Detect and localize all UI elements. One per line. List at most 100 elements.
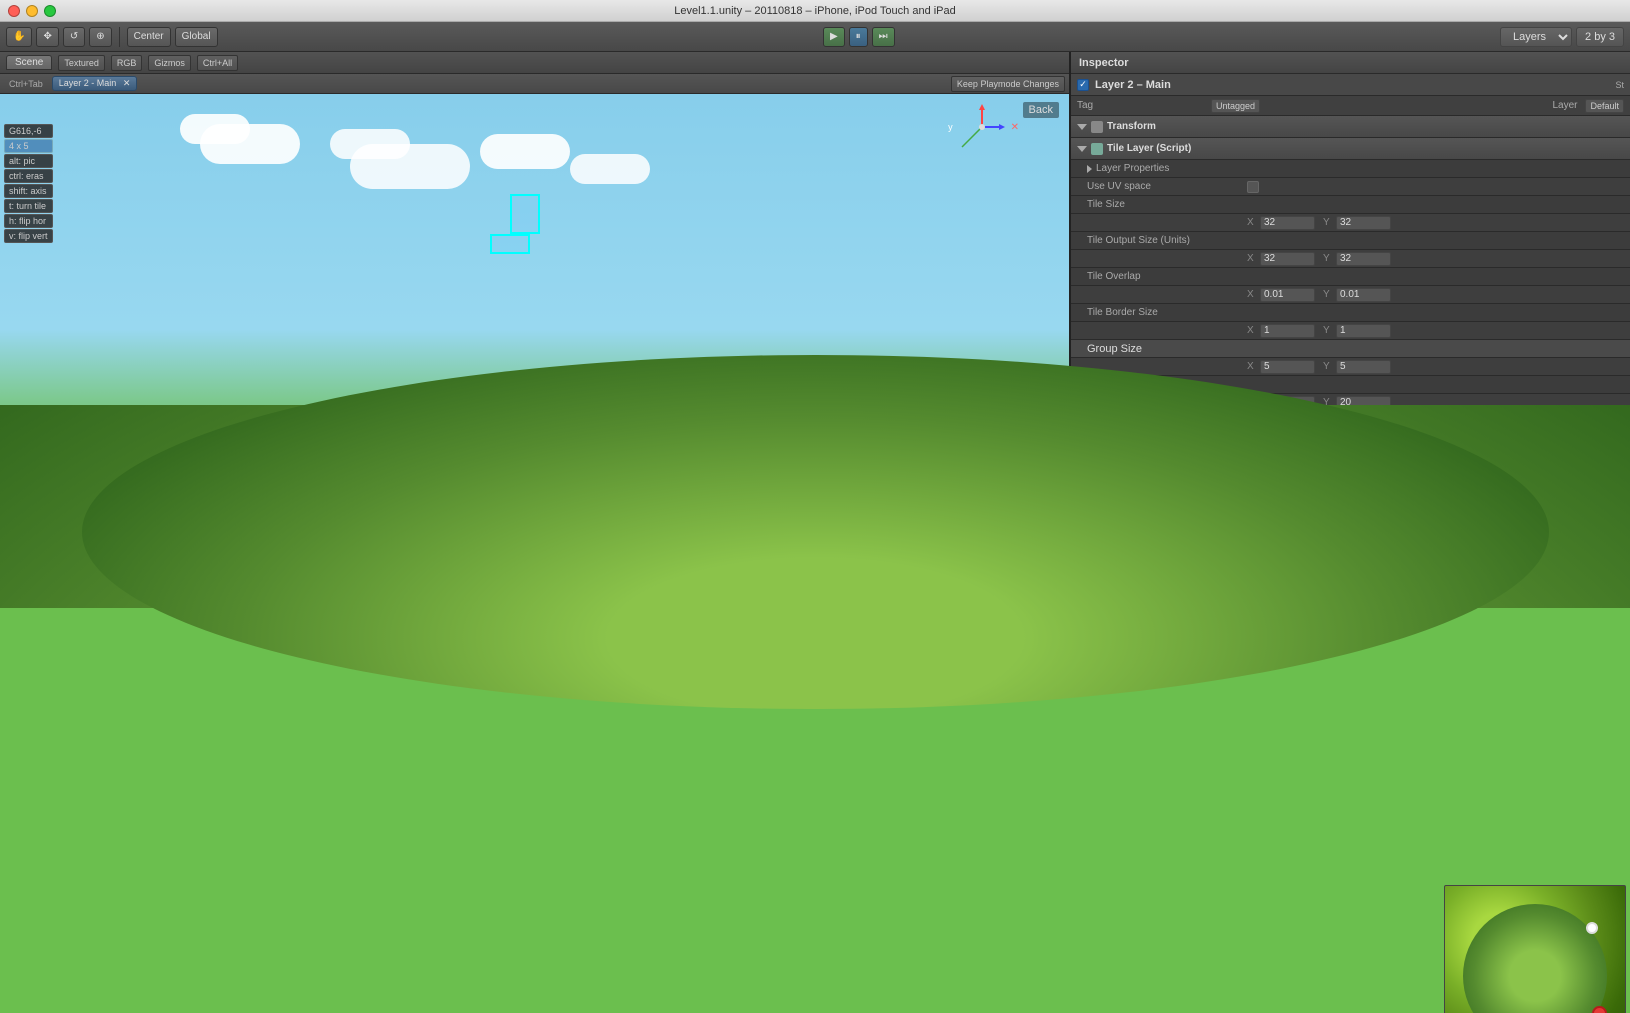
object-active-checkbox[interactable]: ✓ bbox=[1077, 79, 1089, 91]
transform-header[interactable]: Transform bbox=[1071, 116, 1630, 138]
transform-gizmo: y ✕ bbox=[948, 102, 1019, 152]
close-gizmo-icon[interactable]: ✕ bbox=[1011, 122, 1019, 133]
close-layer-icon[interactable]: ✕ bbox=[123, 78, 131, 88]
script-triangle-icon bbox=[1077, 146, 1087, 152]
pause-icon: ⏸ bbox=[856, 31, 861, 42]
transform-icon bbox=[1091, 121, 1103, 133]
y-axis-label: y bbox=[948, 122, 953, 132]
tile-output-row: Tile Output Size (Units) bbox=[1071, 232, 1630, 250]
layer-dropdown[interactable]: Default bbox=[1585, 99, 1624, 113]
tile-size-x-input[interactable] bbox=[1260, 216, 1315, 230]
size-tool[interactable]: 4 x 5 bbox=[4, 139, 53, 153]
cloud-5 bbox=[480, 134, 570, 169]
group-size-x-input[interactable] bbox=[1260, 360, 1315, 374]
tile-border-x-input[interactable] bbox=[1260, 324, 1315, 338]
rgb-btn[interactable]: RGB bbox=[111, 55, 143, 71]
rotate-icon: ↺ bbox=[70, 31, 78, 42]
textured-btn[interactable]: Textured bbox=[58, 55, 105, 71]
play-button[interactable]: ▶ bbox=[823, 27, 845, 47]
rotate-tool-button[interactable]: ↺ bbox=[63, 27, 85, 47]
tile-bush-terrain[interactable] bbox=[1075, 885, 1257, 1013]
v-flip-tool[interactable]: v: flip vert bbox=[4, 229, 53, 243]
tile-border-y-input[interactable] bbox=[1336, 324, 1391, 338]
script-header[interactable]: Tile Layer (Script) bbox=[1071, 138, 1630, 160]
tag-dropdown[interactable]: Untagged bbox=[1211, 99, 1260, 113]
tile-overlap-x-input[interactable] bbox=[1260, 288, 1315, 302]
gizmos-btn[interactable]: Gizmos bbox=[148, 55, 191, 71]
static-label: St bbox=[1615, 80, 1624, 90]
tile-overlap-label-row: Tile Overlap bbox=[1071, 268, 1630, 286]
minimize-button[interactable] bbox=[26, 5, 38, 17]
main-layout: Scene Textured RGB Gizmos Ctrl+All Ctrl+… bbox=[0, 52, 1630, 1013]
h-flip-tool[interactable]: h: flip hor bbox=[4, 214, 53, 228]
x-label-5: X bbox=[1247, 361, 1257, 372]
tile-overlap-x-field: X bbox=[1247, 288, 1315, 302]
step-icon: ⏭ bbox=[879, 31, 888, 42]
hand-tool-button[interactable]: ✋ bbox=[6, 27, 32, 47]
group-size-x-field: X bbox=[1247, 360, 1315, 374]
selected-object-2[interactable] bbox=[490, 234, 530, 254]
global-button[interactable]: Global bbox=[175, 27, 218, 47]
tile-palette bbox=[1071, 512, 1630, 1013]
tile-overlap-y-input[interactable] bbox=[1336, 288, 1391, 302]
tile-bush-flowers[interactable] bbox=[1444, 885, 1626, 1013]
inspector-title: Inspector bbox=[1079, 57, 1129, 69]
ctrl-erase-tool[interactable]: ctrl: eras bbox=[4, 169, 53, 183]
checkmark-icon: ✓ bbox=[1079, 79, 1087, 90]
window-controls[interactable] bbox=[8, 5, 56, 17]
flower-red bbox=[1592, 1006, 1607, 1013]
tile-border-values-row: X Y bbox=[1071, 322, 1630, 340]
layer-props-label[interactable]: Layer Properties bbox=[1096, 163, 1256, 174]
keep-playmode-btn[interactable]: Keep Playmode Changes bbox=[951, 76, 1065, 92]
x-label-1: X bbox=[1247, 217, 1257, 228]
layer-label: Layer bbox=[1552, 100, 1577, 111]
ctrl-all-btn[interactable]: Ctrl+All bbox=[197, 55, 238, 71]
script-icon bbox=[1091, 143, 1103, 155]
play-icon: ▶ bbox=[830, 31, 838, 42]
y-label-1: Y bbox=[1323, 217, 1333, 228]
inspector-content[interactable]: ✓ Layer 2 – Main St Tag Untagged Layer D… bbox=[1071, 74, 1630, 1013]
close-button[interactable] bbox=[8, 5, 20, 17]
tile-size-label: Tile Size bbox=[1087, 199, 1247, 210]
tile-size-values-row: X Y bbox=[1071, 214, 1630, 232]
x-label-4: X bbox=[1247, 325, 1257, 336]
y-label-5: Y bbox=[1323, 361, 1333, 372]
shift-axis-tool[interactable]: shift: axis bbox=[4, 184, 53, 198]
tile-size-x-field: X bbox=[1247, 216, 1315, 230]
tag-layer-row: Tag Untagged Layer Default bbox=[1071, 96, 1630, 116]
object-name[interactable]: Layer 2 – Main bbox=[1095, 79, 1171, 91]
center-button[interactable]: Center bbox=[127, 27, 171, 47]
tile-border-x-field: X bbox=[1247, 324, 1315, 338]
tile-overlap-values-row: X Y bbox=[1071, 286, 1630, 304]
layer2-btn[interactable]: Layer 2 - Main ✕ bbox=[52, 76, 138, 91]
cloud-6 bbox=[570, 154, 650, 184]
group-size-label-row: Group Size bbox=[1071, 340, 1630, 358]
scale-tool-button[interactable]: ⊕ bbox=[89, 27, 111, 47]
scene-header: Scene Textured RGB Gizmos Ctrl+All bbox=[0, 52, 1069, 74]
move-tool-button[interactable]: ✥ bbox=[36, 27, 58, 47]
pause-button[interactable]: ⏸ bbox=[849, 27, 868, 47]
tile-size-row: Tile Size bbox=[1071, 196, 1630, 214]
tile-output-x-input[interactable] bbox=[1260, 252, 1315, 266]
tile-output-label: Tile Output Size (Units) bbox=[1087, 235, 1247, 246]
maximize-button[interactable] bbox=[44, 5, 56, 17]
alt-pick-tool[interactable]: alt: pic bbox=[4, 154, 53, 168]
transform-title: Transform bbox=[1107, 121, 1156, 132]
object-header: ✓ Layer 2 – Main St bbox=[1071, 74, 1630, 96]
tile-size-y-input[interactable] bbox=[1336, 216, 1391, 230]
window-title: Level1.1.unity – 20110818 – iPhone, iPod… bbox=[674, 5, 956, 17]
tool-palette: G616,-6 4 x 5 alt: pic ctrl: eras shift:… bbox=[4, 124, 53, 243]
tile-overlap-label: Tile Overlap bbox=[1087, 271, 1247, 282]
group-size-label: Group Size bbox=[1087, 343, 1247, 355]
step-button[interactable]: ⏭ bbox=[872, 27, 895, 47]
selected-object-1[interactable] bbox=[510, 194, 540, 234]
tile-overlap-y-field: Y bbox=[1323, 288, 1391, 302]
layers-dropdown[interactable]: Layers bbox=[1500, 27, 1572, 47]
tile-output-y-input[interactable] bbox=[1336, 252, 1391, 266]
inspector-header: Inspector bbox=[1071, 52, 1630, 74]
scene-tab[interactable]: Scene bbox=[6, 55, 52, 70]
transform-triangle-icon bbox=[1077, 124, 1087, 130]
use-uv-checkbox[interactable] bbox=[1247, 181, 1259, 193]
group-size-y-input[interactable] bbox=[1336, 360, 1391, 374]
turn-tile-tool[interactable]: t: turn tile bbox=[4, 199, 53, 213]
